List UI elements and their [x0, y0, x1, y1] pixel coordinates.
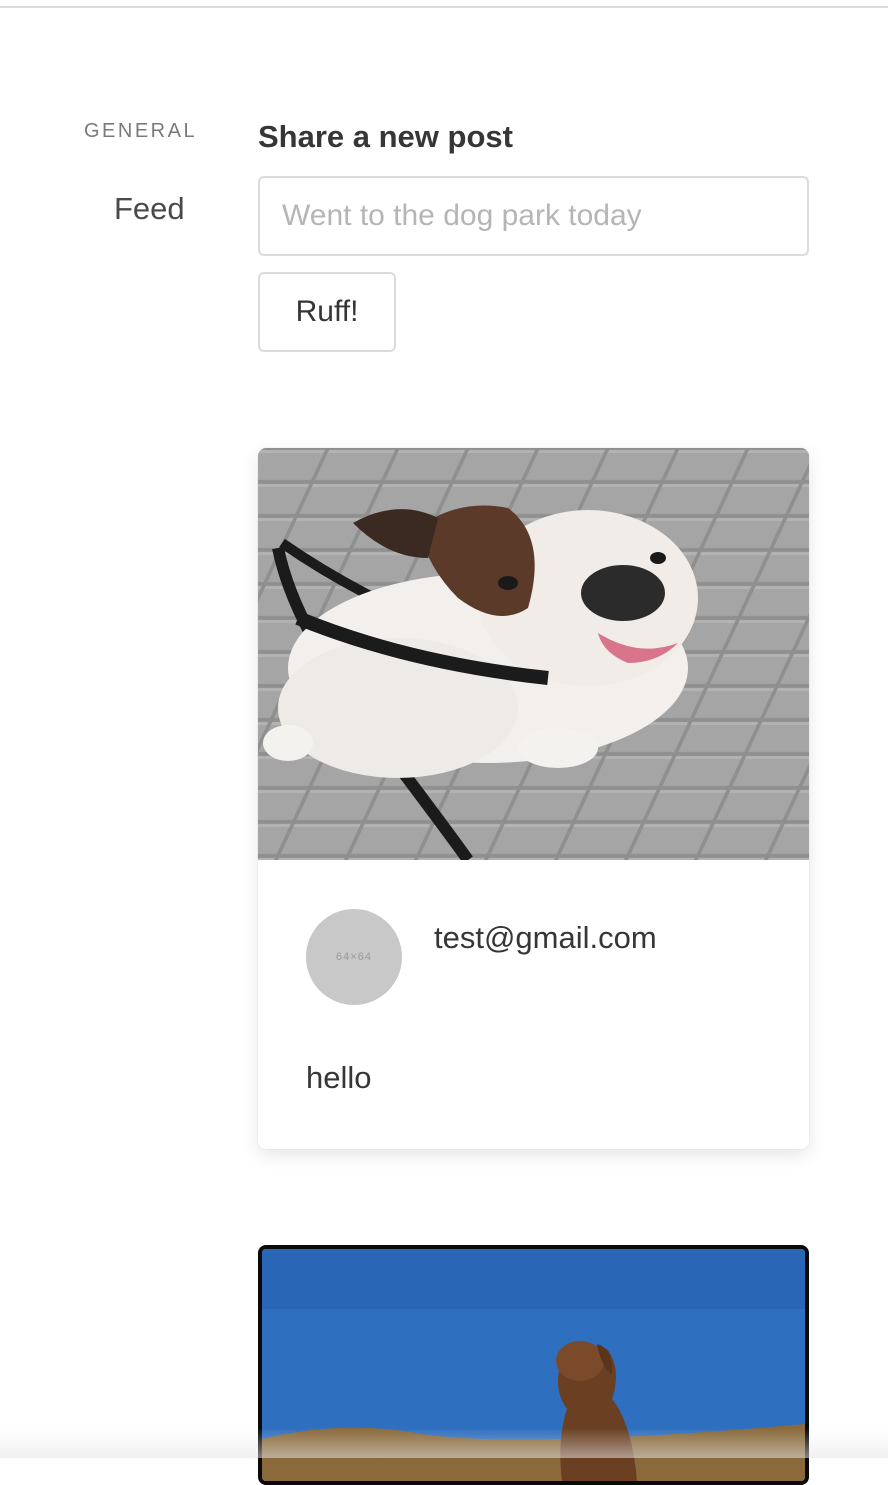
avatar-placeholder-text: 64×64	[336, 951, 372, 963]
author-avatar: 64×64	[306, 909, 402, 1005]
top-divider	[0, 6, 888, 8]
new-post-input[interactable]	[258, 176, 809, 256]
post-card: 64×64 test@gmail.com hello	[258, 448, 809, 1149]
sidebar-section-label: GENERAL	[84, 120, 198, 142]
composer-heading: Share a new post	[258, 119, 513, 154]
post-image-bulldog	[258, 448, 809, 860]
post-author[interactable]: test@gmail.com	[434, 920, 657, 956]
sidebar-item-feed[interactable]: Feed	[114, 191, 185, 227]
post-image-brown-dog	[262, 1249, 805, 1481]
post-card	[258, 1245, 809, 1485]
submit-post-button[interactable]: Ruff!	[258, 272, 396, 352]
post-text: hello	[306, 1060, 372, 1095]
